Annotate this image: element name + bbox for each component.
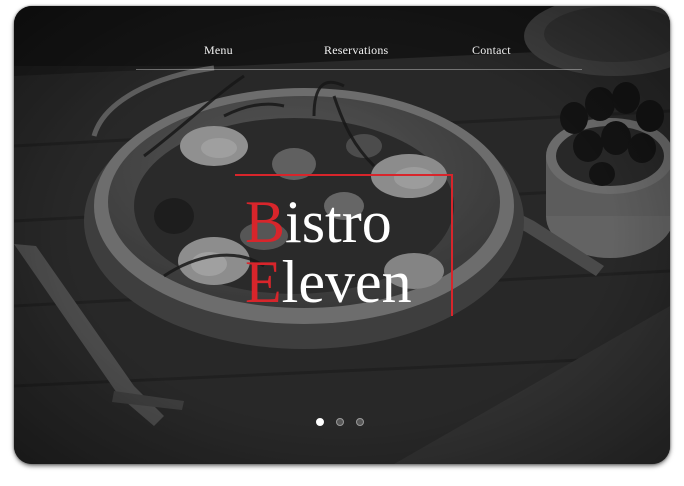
main-nav: Menu Reservations Contact [136,6,582,70]
logo-line-eleven: Eleven [245,252,412,312]
logo-initial-e: E [245,249,282,315]
logo-initial-b: B [245,189,286,255]
carousel-dot-2[interactable] [336,418,344,426]
brand-logo: Bistro Eleven [235,174,453,316]
nav-item-reservations[interactable]: Reservations [324,43,388,58]
logo-line-bistro: Bistro [245,192,392,252]
logo-word-rest-1: istro [285,189,392,255]
nav-item-contact[interactable]: Contact [472,43,511,58]
nav-item-menu[interactable]: Menu [204,43,233,58]
logo-word-rest-2: leven [281,249,412,315]
carousel-dots [316,418,376,428]
carousel-dot-3[interactable] [356,418,364,426]
hero-section: Menu Reservations Contact Bistro Eleven [14,6,670,464]
carousel-dot-1[interactable] [316,418,324,426]
